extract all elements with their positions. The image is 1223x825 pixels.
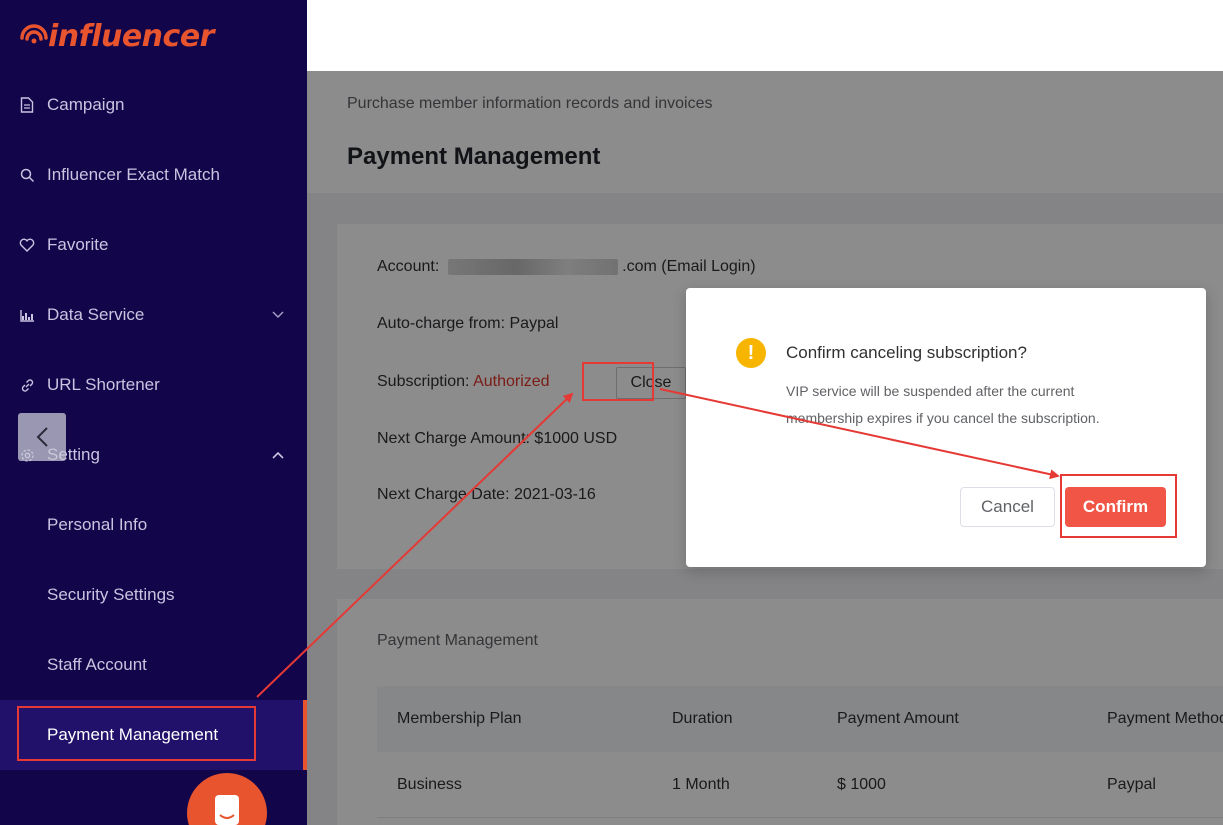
sidebar-item-label: Influencer Exact Match	[47, 165, 220, 184]
sidebar-item-payment-management[interactable]: Payment Management	[0, 700, 307, 770]
chevron-left-icon	[36, 427, 48, 447]
sidebar-item-label: Staff Account	[47, 655, 147, 674]
sidebar-item-campaign[interactable]: Campaign	[0, 82, 307, 128]
sidebar-item-label: Personal Info	[47, 515, 148, 534]
logo-text: influencer	[48, 18, 214, 54]
link-icon	[19, 377, 35, 393]
sidebar-item-staff-account[interactable]: Staff Account	[0, 642, 307, 688]
sidebar-item-security-settings[interactable]: Security Settings	[0, 572, 307, 618]
dialog-title: Confirm canceling subscription?	[786, 343, 1027, 362]
sidebar-item-favorite[interactable]: Favorite	[0, 222, 307, 268]
chevron-up-icon	[272, 448, 284, 462]
top-header	[307, 0, 1223, 71]
chat-icon	[215, 795, 239, 825]
chevron-down-icon	[272, 308, 284, 322]
chat-support-button[interactable]	[187, 773, 267, 825]
sidebar-item-personal-info[interactable]: Personal Info	[0, 502, 307, 548]
heart-icon	[19, 237, 35, 253]
sidebar-item-label: Security Settings	[47, 585, 175, 604]
brand-logo[interactable]: influencer	[16, 14, 214, 58]
sidebar-item-data-service[interactable]: Data Service	[0, 292, 307, 338]
sidebar-item-label: Payment Management	[47, 725, 219, 744]
wifi-logo-icon	[16, 18, 52, 54]
confirm-button[interactable]: Confirm	[1065, 487, 1166, 527]
cancel-button[interactable]: Cancel	[960, 487, 1055, 527]
sidebar-item-url-shortener[interactable]: URL Shortener	[0, 362, 307, 408]
sidebar-item-label: Data Service	[47, 305, 145, 324]
sidebar: influencer Campaign Influencer Exact Mat…	[0, 0, 307, 825]
chart-icon	[19, 307, 35, 323]
search-icon	[19, 167, 35, 183]
sidebar-item-label: URL Shortener	[47, 375, 160, 394]
collapse-sidebar-button[interactable]	[18, 413, 66, 461]
dialog-message: VIP service will be suspended after the …	[786, 383, 1100, 426]
confirm-dialog: ! Confirm canceling subscription? VIP se…	[686, 288, 1206, 567]
document-icon	[19, 97, 35, 113]
sidebar-item-label: Favorite	[47, 235, 109, 254]
sidebar-item-label: Campaign	[47, 95, 125, 114]
sidebar-item-influencer-exact-match[interactable]: Influencer Exact Match	[0, 152, 307, 198]
warning-icon: !	[736, 338, 766, 368]
